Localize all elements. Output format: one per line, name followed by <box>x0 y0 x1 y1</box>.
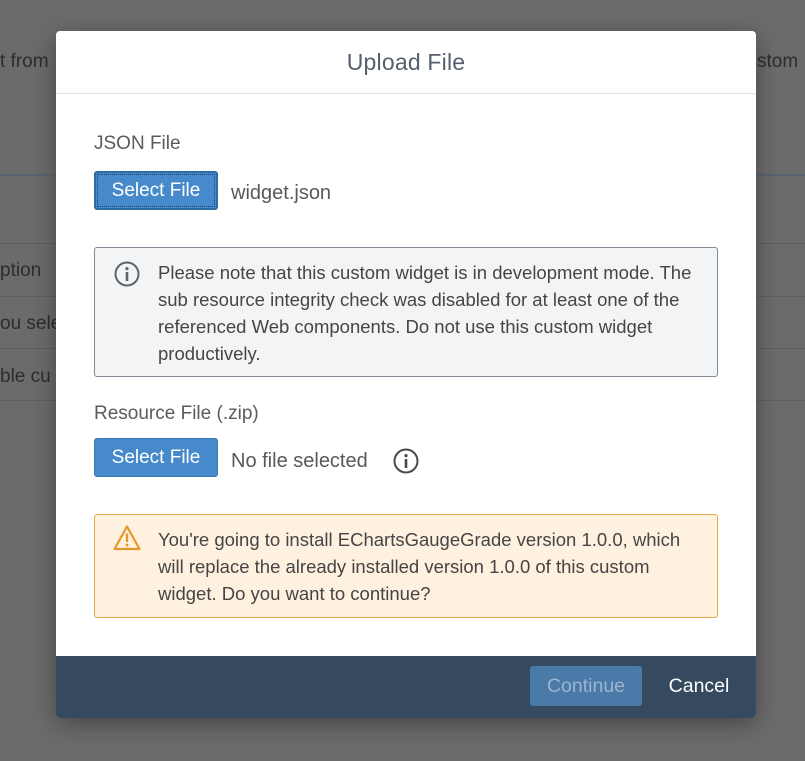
warning-triangle-icon <box>113 525 141 551</box>
json-file-label: JSON File <box>94 133 181 154</box>
background-text: ption <box>0 260 42 281</box>
background-text: stom <box>757 51 799 72</box>
dialog-header: Upload File <box>56 31 756 94</box>
info-message-strip: Please note that this custom widget is i… <box>94 247 718 377</box>
dialog-footer: Continue Cancel <box>56 656 756 718</box>
background-text: ou sele <box>0 313 62 334</box>
info-circle-icon[interactable] <box>392 447 420 475</box>
info-message-text: Please note that this custom widget is i… <box>158 262 692 364</box>
resource-file-label: Resource File (.zip) <box>94 403 259 424</box>
resource-file-name: No file selected <box>231 450 368 472</box>
continue-button[interactable]: Continue <box>530 666 642 706</box>
info-circle-icon <box>114 261 140 287</box>
background-text: t from <box>0 51 49 72</box>
upload-file-dialog: Upload File JSON File Select File widget… <box>56 31 756 718</box>
background-text: ble cu <box>0 366 51 387</box>
warning-message-text: You're going to install EChartsGaugeGrad… <box>158 529 681 604</box>
select-resource-file-button[interactable]: Select File <box>94 438 218 477</box>
json-file-name: widget.json <box>231 182 332 204</box>
cancel-button[interactable]: Cancel <box>654 666 744 706</box>
dialog-title: Upload File <box>346 48 466 75</box>
warning-message-strip: You're going to install EChartsGaugeGrad… <box>94 514 718 618</box>
select-json-file-button[interactable]: Select File <box>94 171 218 210</box>
